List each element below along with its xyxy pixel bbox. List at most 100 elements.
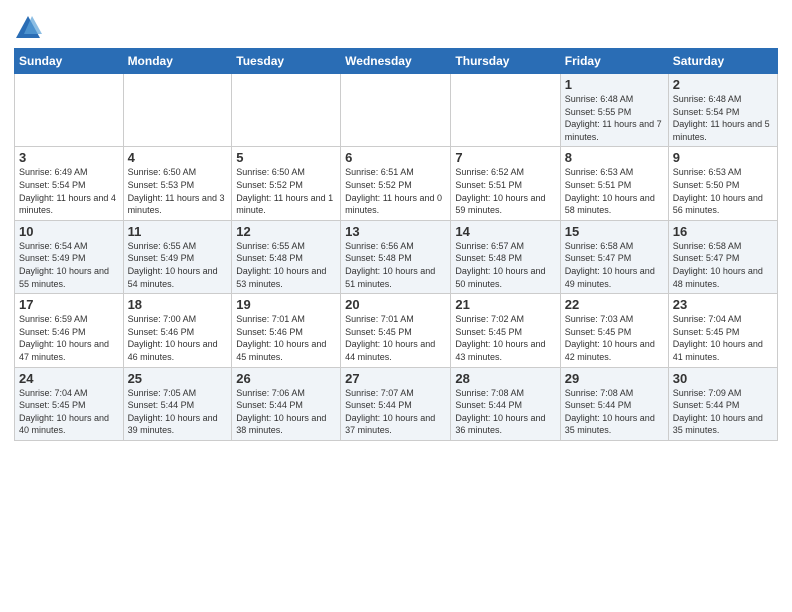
day-number: 24 — [19, 371, 119, 386]
day-number: 21 — [455, 297, 555, 312]
day-info: Sunrise: 6:50 AMSunset: 5:52 PMDaylight:… — [236, 166, 336, 216]
calendar-body: 1Sunrise: 6:48 AMSunset: 5:55 PMDaylight… — [15, 74, 778, 441]
calendar-cell: 21Sunrise: 7:02 AMSunset: 5:45 PMDayligh… — [451, 294, 560, 367]
calendar-cell: 5Sunrise: 6:50 AMSunset: 5:52 PMDaylight… — [232, 147, 341, 220]
page-container: SundayMondayTuesdayWednesdayThursdayFrid… — [0, 0, 792, 449]
day-info: Sunrise: 6:55 AMSunset: 5:48 PMDaylight:… — [236, 240, 336, 290]
day-header-monday: Monday — [123, 49, 232, 74]
day-number: 9 — [673, 150, 773, 165]
day-info: Sunrise: 7:09 AMSunset: 5:44 PMDaylight:… — [673, 387, 773, 437]
day-header-sunday: Sunday — [15, 49, 124, 74]
day-info: Sunrise: 6:58 AMSunset: 5:47 PMDaylight:… — [565, 240, 664, 290]
day-number: 29 — [565, 371, 664, 386]
calendar-cell: 1Sunrise: 6:48 AMSunset: 5:55 PMDaylight… — [560, 74, 668, 147]
day-number: 17 — [19, 297, 119, 312]
calendar-cell: 18Sunrise: 7:00 AMSunset: 5:46 PMDayligh… — [123, 294, 232, 367]
day-header-wednesday: Wednesday — [341, 49, 451, 74]
calendar-cell: 11Sunrise: 6:55 AMSunset: 5:49 PMDayligh… — [123, 220, 232, 293]
day-number: 6 — [345, 150, 446, 165]
day-number: 7 — [455, 150, 555, 165]
day-info: Sunrise: 7:03 AMSunset: 5:45 PMDaylight:… — [565, 313, 664, 363]
day-number: 3 — [19, 150, 119, 165]
calendar-cell: 24Sunrise: 7:04 AMSunset: 5:45 PMDayligh… — [15, 367, 124, 440]
day-info: Sunrise: 6:50 AMSunset: 5:53 PMDaylight:… — [128, 166, 228, 216]
calendar-cell: 23Sunrise: 7:04 AMSunset: 5:45 PMDayligh… — [668, 294, 777, 367]
day-info: Sunrise: 7:02 AMSunset: 5:45 PMDaylight:… — [455, 313, 555, 363]
day-number: 11 — [128, 224, 228, 239]
calendar-cell: 13Sunrise: 6:56 AMSunset: 5:48 PMDayligh… — [341, 220, 451, 293]
day-number: 14 — [455, 224, 555, 239]
day-info: Sunrise: 6:58 AMSunset: 5:47 PMDaylight:… — [673, 240, 773, 290]
week-row-2: 3Sunrise: 6:49 AMSunset: 5:54 PMDaylight… — [15, 147, 778, 220]
calendar-cell: 8Sunrise: 6:53 AMSunset: 5:51 PMDaylight… — [560, 147, 668, 220]
calendar-cell — [341, 74, 451, 147]
calendar-cell: 15Sunrise: 6:58 AMSunset: 5:47 PMDayligh… — [560, 220, 668, 293]
day-info: Sunrise: 6:53 AMSunset: 5:51 PMDaylight:… — [565, 166, 664, 216]
calendar-cell: 14Sunrise: 6:57 AMSunset: 5:48 PMDayligh… — [451, 220, 560, 293]
calendar-cell — [15, 74, 124, 147]
day-number: 20 — [345, 297, 446, 312]
day-header-thursday: Thursday — [451, 49, 560, 74]
week-row-3: 10Sunrise: 6:54 AMSunset: 5:49 PMDayligh… — [15, 220, 778, 293]
calendar-cell — [123, 74, 232, 147]
header-row: SundayMondayTuesdayWednesdayThursdayFrid… — [15, 49, 778, 74]
day-header-saturday: Saturday — [668, 49, 777, 74]
calendar-header: SundayMondayTuesdayWednesdayThursdayFrid… — [15, 49, 778, 74]
calendar-table: SundayMondayTuesdayWednesdayThursdayFrid… — [14, 48, 778, 441]
day-info: Sunrise: 6:48 AMSunset: 5:55 PMDaylight:… — [565, 93, 664, 143]
day-number: 13 — [345, 224, 446, 239]
calendar-cell: 28Sunrise: 7:08 AMSunset: 5:44 PMDayligh… — [451, 367, 560, 440]
day-number: 18 — [128, 297, 228, 312]
calendar-cell: 16Sunrise: 6:58 AMSunset: 5:47 PMDayligh… — [668, 220, 777, 293]
day-number: 19 — [236, 297, 336, 312]
calendar-cell: 3Sunrise: 6:49 AMSunset: 5:54 PMDaylight… — [15, 147, 124, 220]
day-info: Sunrise: 7:07 AMSunset: 5:44 PMDaylight:… — [345, 387, 446, 437]
day-info: Sunrise: 6:53 AMSunset: 5:50 PMDaylight:… — [673, 166, 773, 216]
day-info: Sunrise: 6:52 AMSunset: 5:51 PMDaylight:… — [455, 166, 555, 216]
day-header-tuesday: Tuesday — [232, 49, 341, 74]
calendar-cell: 26Sunrise: 7:06 AMSunset: 5:44 PMDayligh… — [232, 367, 341, 440]
week-row-1: 1Sunrise: 6:48 AMSunset: 5:55 PMDaylight… — [15, 74, 778, 147]
week-row-5: 24Sunrise: 7:04 AMSunset: 5:45 PMDayligh… — [15, 367, 778, 440]
calendar-cell — [232, 74, 341, 147]
day-info: Sunrise: 6:48 AMSunset: 5:54 PMDaylight:… — [673, 93, 773, 143]
day-number: 1 — [565, 77, 664, 92]
logo — [14, 14, 44, 42]
calendar-cell: 30Sunrise: 7:09 AMSunset: 5:44 PMDayligh… — [668, 367, 777, 440]
day-info: Sunrise: 7:08 AMSunset: 5:44 PMDaylight:… — [455, 387, 555, 437]
day-info: Sunrise: 6:49 AMSunset: 5:54 PMDaylight:… — [19, 166, 119, 216]
calendar-cell: 29Sunrise: 7:08 AMSunset: 5:44 PMDayligh… — [560, 367, 668, 440]
day-info: Sunrise: 6:57 AMSunset: 5:48 PMDaylight:… — [455, 240, 555, 290]
day-number: 22 — [565, 297, 664, 312]
calendar-cell: 4Sunrise: 6:50 AMSunset: 5:53 PMDaylight… — [123, 147, 232, 220]
week-row-4: 17Sunrise: 6:59 AMSunset: 5:46 PMDayligh… — [15, 294, 778, 367]
calendar-cell: 10Sunrise: 6:54 AMSunset: 5:49 PMDayligh… — [15, 220, 124, 293]
calendar-cell: 12Sunrise: 6:55 AMSunset: 5:48 PMDayligh… — [232, 220, 341, 293]
calendar-cell: 27Sunrise: 7:07 AMSunset: 5:44 PMDayligh… — [341, 367, 451, 440]
header — [14, 10, 778, 42]
day-number: 28 — [455, 371, 555, 386]
calendar-cell: 19Sunrise: 7:01 AMSunset: 5:46 PMDayligh… — [232, 294, 341, 367]
day-number: 8 — [565, 150, 664, 165]
day-number: 30 — [673, 371, 773, 386]
calendar-cell — [451, 74, 560, 147]
day-info: Sunrise: 6:59 AMSunset: 5:46 PMDaylight:… — [19, 313, 119, 363]
day-info: Sunrise: 7:05 AMSunset: 5:44 PMDaylight:… — [128, 387, 228, 437]
day-number: 25 — [128, 371, 228, 386]
day-info: Sunrise: 6:51 AMSunset: 5:52 PMDaylight:… — [345, 166, 446, 216]
calendar-cell: 2Sunrise: 6:48 AMSunset: 5:54 PMDaylight… — [668, 74, 777, 147]
day-number: 16 — [673, 224, 773, 239]
day-number: 12 — [236, 224, 336, 239]
calendar-cell: 22Sunrise: 7:03 AMSunset: 5:45 PMDayligh… — [560, 294, 668, 367]
day-number: 27 — [345, 371, 446, 386]
calendar-cell: 25Sunrise: 7:05 AMSunset: 5:44 PMDayligh… — [123, 367, 232, 440]
day-info: Sunrise: 6:54 AMSunset: 5:49 PMDaylight:… — [19, 240, 119, 290]
day-info: Sunrise: 7:00 AMSunset: 5:46 PMDaylight:… — [128, 313, 228, 363]
day-info: Sunrise: 7:08 AMSunset: 5:44 PMDaylight:… — [565, 387, 664, 437]
day-info: Sunrise: 6:56 AMSunset: 5:48 PMDaylight:… — [345, 240, 446, 290]
day-number: 2 — [673, 77, 773, 92]
day-number: 5 — [236, 150, 336, 165]
calendar-cell: 17Sunrise: 6:59 AMSunset: 5:46 PMDayligh… — [15, 294, 124, 367]
day-info: Sunrise: 7:01 AMSunset: 5:45 PMDaylight:… — [345, 313, 446, 363]
day-info: Sunrise: 7:01 AMSunset: 5:46 PMDaylight:… — [236, 313, 336, 363]
